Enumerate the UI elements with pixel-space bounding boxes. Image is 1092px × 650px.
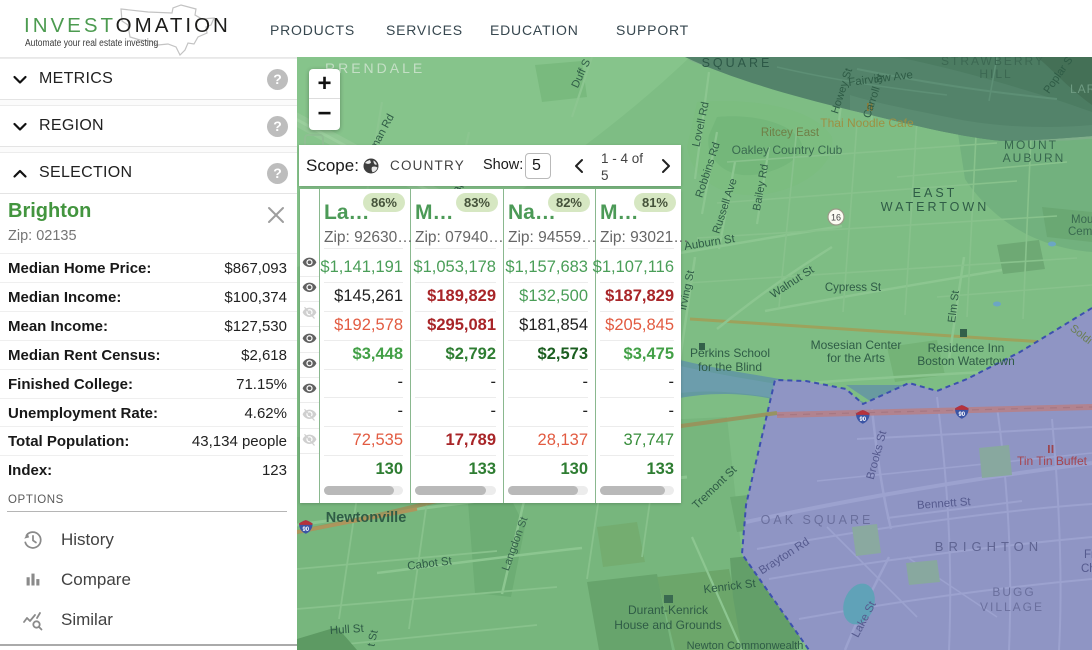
svg-text:SQUARE: SQUARE — [702, 57, 773, 70]
svg-text:MOUNT: MOUNT — [1004, 138, 1058, 152]
svg-text:BRIGHTON: BRIGHTON — [935, 539, 1043, 554]
svg-text:WATERTOWN: WATERTOWN — [881, 200, 989, 214]
svg-text:Durant-Kenrick: Durant-Kenrick — [628, 603, 709, 617]
svg-text:Children: Children — [1081, 563, 1092, 575]
svg-text:16: 16 — [831, 213, 841, 223]
svg-text:Hull St: Hull St — [329, 623, 364, 637]
svg-text:HILL: HILL — [979, 67, 1012, 81]
svg-text:Mosesian Center: Mosesian Center — [811, 338, 902, 352]
svg-text:Boston Watertown: Boston Watertown — [917, 354, 1015, 368]
svg-text:AUBURN: AUBURN — [1003, 151, 1066, 165]
svg-text:Fran: Fran — [1084, 549, 1092, 561]
svg-text:for the Arts: for the Arts — [827, 351, 885, 365]
svg-text:Ritcey East: Ritcey East — [761, 127, 820, 139]
svg-text:90: 90 — [958, 412, 965, 418]
svg-text:Oakley Country Club: Oakley Country Club — [732, 143, 843, 157]
svg-text:VILLAGE: VILLAGE — [980, 600, 1044, 614]
svg-text:RRENDALE: RRENDALE — [325, 60, 425, 76]
svg-text:Residence Inn: Residence Inn — [928, 341, 1005, 355]
svg-text:Cemet: Cemet — [1068, 226, 1092, 238]
svg-text:BUGG: BUGG — [992, 585, 1035, 599]
svg-text:Tin Tin Buffet: Tin Tin Buffet — [1017, 454, 1088, 468]
svg-text:EAST: EAST — [913, 186, 958, 200]
svg-text:Mount A: Mount A — [1071, 214, 1092, 226]
svg-text:Newtonville: Newtonville — [326, 510, 407, 526]
svg-text:90: 90 — [859, 417, 866, 423]
svg-text:90: 90 — [302, 527, 309, 533]
svg-text:House and Grounds: House and Grounds — [614, 618, 721, 632]
svg-text:LARCH: LARCH — [1070, 82, 1092, 96]
svg-text:for the Blind: for the Blind — [698, 360, 762, 374]
svg-text:Perkins School: Perkins School — [690, 346, 770, 360]
svg-text:Newton Commonwealth: Newton Commonwealth — [687, 640, 804, 650]
svg-text:Cypress St: Cypress St — [825, 282, 882, 294]
svg-text:OAK SQUARE: OAK SQUARE — [761, 513, 874, 527]
